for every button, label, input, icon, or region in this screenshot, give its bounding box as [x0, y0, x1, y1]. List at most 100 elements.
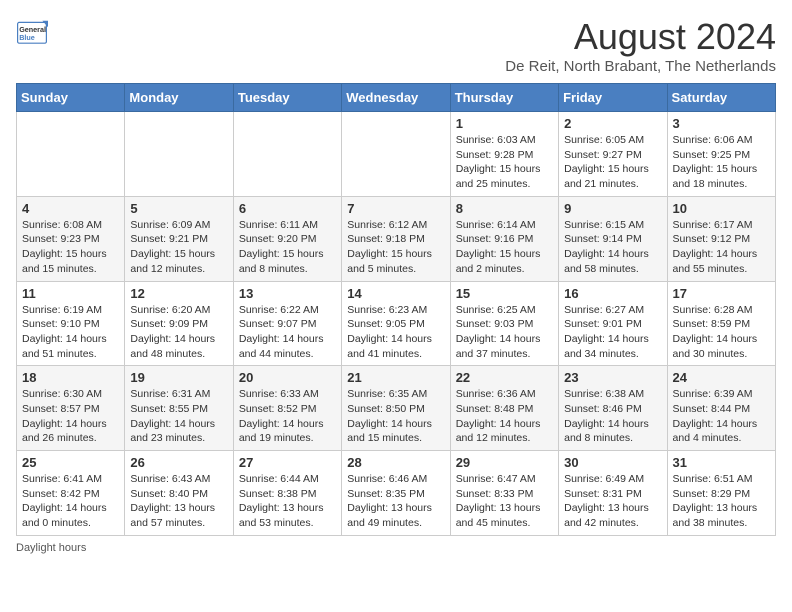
- day-detail: Sunrise: 6:09 AMSunset: 9:21 PMDaylight:…: [130, 218, 227, 277]
- day-detail: Sunrise: 6:39 AMSunset: 8:44 PMDaylight:…: [673, 387, 770, 446]
- calendar-cell: 9 Sunrise: 6:15 AMSunset: 9:14 PMDaylight…: [559, 196, 667, 281]
- calendar-cell: [233, 112, 341, 197]
- day-number: 21: [347, 370, 444, 385]
- page-title: August 2024: [505, 16, 776, 58]
- day-detail: Sunrise: 6:36 AMSunset: 8:48 PMDaylight:…: [456, 387, 553, 446]
- day-detail: Sunrise: 6:11 AMSunset: 9:20 PMDaylight:…: [239, 218, 336, 277]
- calendar-cell: 16 Sunrise: 6:27 AMSunset: 9:01 PMDayligh…: [559, 281, 667, 366]
- day-detail: Sunrise: 6:28 AMSunset: 8:59 PMDaylight:…: [673, 303, 770, 362]
- day-number: 6: [239, 201, 336, 216]
- weekday-header: Sunday: [17, 84, 125, 112]
- day-detail: Sunrise: 6:20 AMSunset: 9:09 PMDaylight:…: [130, 303, 227, 362]
- svg-text:Blue: Blue: [19, 33, 35, 42]
- day-detail: Sunrise: 6:31 AMSunset: 8:55 PMDaylight:…: [130, 387, 227, 446]
- day-number: 14: [347, 286, 444, 301]
- calendar-cell: 25Sunrise: 6:41 AMSunset: 8:42 PMDayligh…: [17, 451, 125, 536]
- weekday-header: Tuesday: [233, 84, 341, 112]
- calendar-cell: 27 Sunrise: 6:44 AMSunset: 8:38 PMDayligh…: [233, 451, 341, 536]
- calendar-cell: [17, 112, 125, 197]
- weekday-header: Friday: [559, 84, 667, 112]
- day-detail: Sunrise: 6:51 AMSunset: 8:29 PMDaylight:…: [673, 472, 770, 531]
- day-number: 3: [673, 116, 770, 131]
- calendar-cell: 22 Sunrise: 6:36 AMSunset: 8:48 PMDayligh…: [450, 366, 558, 451]
- day-number: 18: [22, 370, 119, 385]
- day-detail: Sunrise: 6:15 AMSunset: 9:14 PMDaylight:…: [564, 218, 661, 277]
- day-number: 7: [347, 201, 444, 216]
- day-number: 26: [130, 455, 227, 470]
- calendar-week-row: 1Sunrise: 6:03 AMSunset: 9:28 PMDaylight…: [17, 112, 776, 197]
- day-detail: Sunrise: 6:14 AMSunset: 9:16 PMDaylight:…: [456, 218, 553, 277]
- calendar-cell: 7 Sunrise: 6:12 AMSunset: 9:18 PMDaylight…: [342, 196, 450, 281]
- day-detail: Sunrise: 6:49 AMSunset: 8:31 PMDaylight:…: [564, 472, 661, 531]
- weekday-header: Wednesday: [342, 84, 450, 112]
- weekday-header: Saturday: [667, 84, 775, 112]
- day-detail: Sunrise: 6:44 AMSunset: 8:38 PMDaylight:…: [239, 472, 336, 531]
- day-number: 16: [564, 286, 661, 301]
- day-detail: Sunrise: 6:25 AMSunset: 9:03 PMDaylight:…: [456, 303, 553, 362]
- title-block: August 2024 De Reit, North Brabant, The …: [505, 16, 776, 75]
- calendar-week-row: 25Sunrise: 6:41 AMSunset: 8:42 PMDayligh…: [17, 451, 776, 536]
- day-number: 28: [347, 455, 444, 470]
- calendar-cell: 4Sunrise: 6:08 AMSunset: 9:23 PMDaylight…: [17, 196, 125, 281]
- day-detail: Sunrise: 6:38 AMSunset: 8:46 PMDaylight:…: [564, 387, 661, 446]
- day-detail: Sunrise: 6:27 AMSunset: 9:01 PMDaylight:…: [564, 303, 661, 362]
- page-header: General Blue August 2024 De Reit, North …: [16, 16, 776, 75]
- weekday-header: Thursday: [450, 84, 558, 112]
- day-number: 19: [130, 370, 227, 385]
- day-number: 31: [673, 455, 770, 470]
- calendar-cell: 21 Sunrise: 6:35 AMSunset: 8:50 PMDayligh…: [342, 366, 450, 451]
- day-number: 4: [22, 201, 119, 216]
- day-detail: Sunrise: 6:23 AMSunset: 9:05 PMDaylight:…: [347, 303, 444, 362]
- calendar-week-row: 4Sunrise: 6:08 AMSunset: 9:23 PMDaylight…: [17, 196, 776, 281]
- calendar-week-row: 11Sunrise: 6:19 AMSunset: 9:10 PMDayligh…: [17, 281, 776, 366]
- day-number: 30: [564, 455, 661, 470]
- day-number: 10: [673, 201, 770, 216]
- day-number: 23: [564, 370, 661, 385]
- calendar-cell: 6 Sunrise: 6:11 AMSunset: 9:20 PMDaylight…: [233, 196, 341, 281]
- calendar-cell: 13 Sunrise: 6:22 AMSunset: 9:07 PMDayligh…: [233, 281, 341, 366]
- day-detail: Sunrise: 6:05 AMSunset: 9:27 PMDaylight:…: [564, 133, 661, 192]
- day-detail: Sunrise: 6:06 AMSunset: 9:25 PMDaylight:…: [673, 133, 770, 192]
- calendar-week-row: 18 Sunrise: 6:30 AMSunset: 8:57 PMDayligh…: [17, 366, 776, 451]
- calendar-cell: 8Sunrise: 6:14 AMSunset: 9:16 PMDaylight…: [450, 196, 558, 281]
- day-detail: Sunrise: 6:19 AMSunset: 9:10 PMDaylight:…: [22, 303, 119, 362]
- footer-note: Daylight hours: [16, 542, 776, 554]
- day-number: 13: [239, 286, 336, 301]
- weekday-header: Monday: [125, 84, 233, 112]
- day-number: 15: [456, 286, 553, 301]
- calendar-cell: 20Sunrise: 6:33 AMSunset: 8:52 PMDayligh…: [233, 366, 341, 451]
- calendar-cell: 30 Sunrise: 6:49 AMSunset: 8:31 PMDayligh…: [559, 451, 667, 536]
- calendar-cell: 10Sunrise: 6:17 AMSunset: 9:12 PMDayligh…: [667, 196, 775, 281]
- calendar-cell: [342, 112, 450, 197]
- day-detail: Sunrise: 6:41 AMSunset: 8:42 PMDaylight:…: [22, 472, 119, 531]
- day-number: 22: [456, 370, 553, 385]
- calendar-cell: 3 Sunrise: 6:06 AMSunset: 9:25 PMDaylight…: [667, 112, 775, 197]
- calendar-cell: 26Sunrise: 6:43 AMSunset: 8:40 PMDayligh…: [125, 451, 233, 536]
- day-number: 17: [673, 286, 770, 301]
- logo: General Blue: [16, 16, 48, 48]
- calendar-cell: 15 Sunrise: 6:25 AMSunset: 9:03 PMDayligh…: [450, 281, 558, 366]
- calendar-cell: 24 Sunrise: 6:39 AMSunset: 8:44 PMDayligh…: [667, 366, 775, 451]
- logo-icon: General Blue: [16, 16, 48, 48]
- calendar-cell: 19 Sunrise: 6:31 AMSunset: 8:55 PMDayligh…: [125, 366, 233, 451]
- day-detail: Sunrise: 6:12 AMSunset: 9:18 PMDaylight:…: [347, 218, 444, 277]
- day-detail: Sunrise: 6:30 AMSunset: 8:57 PMDaylight:…: [22, 387, 119, 446]
- day-number: 2: [564, 116, 661, 131]
- calendar-header-row: SundayMondayTuesdayWednesdayThursdayFrid…: [17, 84, 776, 112]
- calendar-table: SundayMondayTuesdayWednesdayThursdayFrid…: [16, 83, 776, 536]
- day-detail: Sunrise: 6:46 AMSunset: 8:35 PMDaylight:…: [347, 472, 444, 531]
- calendar-cell: 11Sunrise: 6:19 AMSunset: 9:10 PMDayligh…: [17, 281, 125, 366]
- day-number: 29: [456, 455, 553, 470]
- day-number: 9: [564, 201, 661, 216]
- day-detail: Sunrise: 6:22 AMSunset: 9:07 PMDaylight:…: [239, 303, 336, 362]
- day-detail: Sunrise: 6:33 AMSunset: 8:52 PMDaylight:…: [239, 387, 336, 446]
- day-detail: Sunrise: 6:35 AMSunset: 8:50 PMDaylight:…: [347, 387, 444, 446]
- day-number: 24: [673, 370, 770, 385]
- day-number: 27: [239, 455, 336, 470]
- calendar-cell: 2 Sunrise: 6:05 AMSunset: 9:27 PMDaylight…: [559, 112, 667, 197]
- calendar-cell: 17 Sunrise: 6:28 AMSunset: 8:59 PMDayligh…: [667, 281, 775, 366]
- day-number: 5: [130, 201, 227, 216]
- calendar-cell: 1Sunrise: 6:03 AMSunset: 9:28 PMDaylight…: [450, 112, 558, 197]
- calendar-cell: 12Sunrise: 6:20 AMSunset: 9:09 PMDayligh…: [125, 281, 233, 366]
- calendar-cell: 14 Sunrise: 6:23 AMSunset: 9:05 PMDayligh…: [342, 281, 450, 366]
